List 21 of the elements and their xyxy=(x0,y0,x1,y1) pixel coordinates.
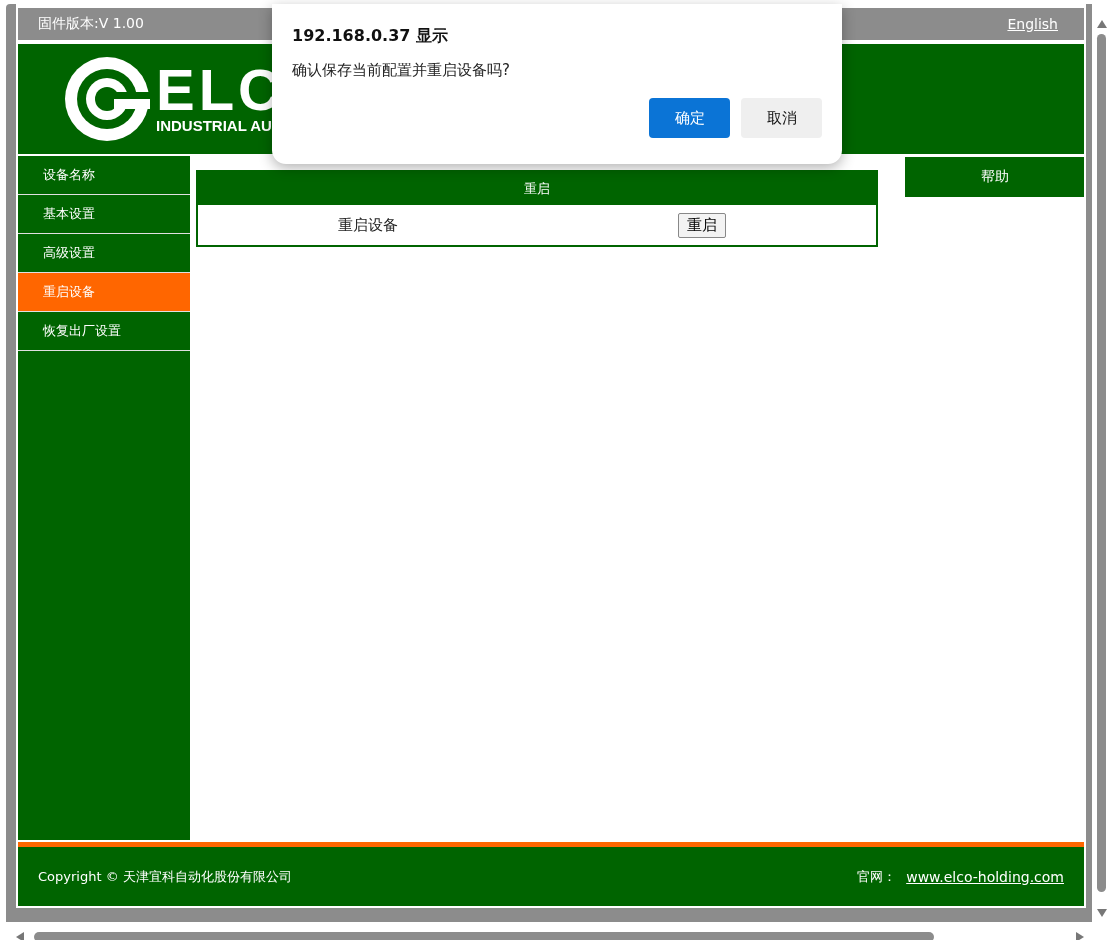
scroll-right-icon[interactable] xyxy=(1076,932,1084,940)
logo-tagline: INDUSTRIAL AU xyxy=(156,117,273,135)
dialog-title: 192.168.0.37 显示 xyxy=(292,26,449,47)
logo-icon xyxy=(64,56,150,142)
site-label: 官网： xyxy=(857,867,897,886)
table-header: 重启 xyxy=(198,172,876,205)
scroll-down-icon[interactable] xyxy=(1097,909,1107,917)
logo-wordmark: ELC xyxy=(156,63,284,117)
cancel-button[interactable]: 取消 xyxy=(741,98,822,138)
restart-button[interactable]: 重启 xyxy=(678,212,726,238)
firmware-version: 固件版本:V 1.00 xyxy=(38,15,144,33)
table-cell-text: 重启设备 xyxy=(337,215,399,235)
vertical-scrollbar[interactable] xyxy=(1097,34,1106,892)
scroll-left-icon[interactable] xyxy=(16,932,24,940)
scroll-up-icon[interactable] xyxy=(1097,20,1107,28)
copyright-text: Copyright © 天津宜科自动化股份有限公司 xyxy=(38,867,292,886)
confirm-button[interactable]: 确定 xyxy=(649,98,730,138)
dialog-message: 确认保存当前配置并重启设备吗? xyxy=(292,61,511,80)
help-header: 帮助 xyxy=(905,157,1084,197)
horizontal-scrollbar[interactable] xyxy=(34,932,934,940)
website-link[interactable]: www.elco-holding.com xyxy=(906,868,1064,885)
